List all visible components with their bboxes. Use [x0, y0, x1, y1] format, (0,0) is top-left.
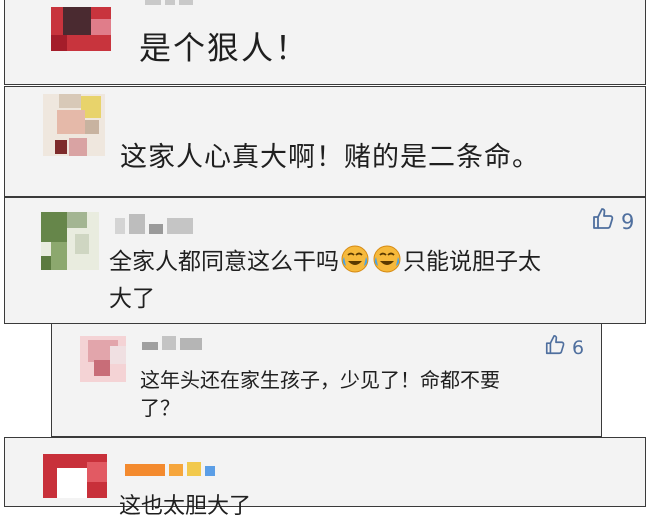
- comment-card-3: 9 全家人都同意这么干吗 只能说胆子太 大了: [4, 197, 646, 324]
- thumbs-up-icon: [544, 334, 566, 361]
- like-count: 6: [572, 336, 585, 359]
- avatar[interactable]: [43, 454, 107, 498]
- comment-card-4: 6 这年头还在家生孩子，少见了！命都不要 了？: [51, 324, 602, 437]
- comment-text-part2: 只能说胆子太: [403, 249, 541, 275]
- laugh-cry-emoji: [372, 244, 402, 274]
- comment-text: 是个狠人！: [139, 29, 310, 67]
- comment-card-1: 是个狠人！: [4, 0, 646, 85]
- avatar[interactable]: [80, 336, 126, 382]
- thumbs-up-icon: [591, 207, 615, 236]
- comment-text-line2: 了？: [140, 396, 180, 420]
- laugh-cry-emoji: [340, 244, 370, 274]
- avatar[interactable]: [51, 7, 111, 51]
- like-button[interactable]: 9: [591, 207, 634, 236]
- comment-text-part3: 大了: [109, 286, 155, 312]
- username-blurred: [115, 214, 193, 234]
- comment-text: 这也太胆大了: [119, 494, 252, 519]
- comment-text: 这年头还在家生孩子，少见了！命都不要 了？: [140, 366, 590, 422]
- comment-text-part1: 全家人都同意这么干吗: [109, 249, 339, 275]
- comment-card-5: 这也太胆大了: [4, 437, 646, 519]
- username-blurred: [142, 336, 202, 350]
- avatar[interactable]: [43, 94, 105, 156]
- comment-text-line1: 这年头还在家生孩子，少见了！命都不要: [140, 368, 500, 392]
- avatar[interactable]: [41, 212, 99, 270]
- comment-card-2: 这家人心真大啊！赌的是二条命。: [4, 86, 646, 197]
- comment-text: 全家人都同意这么干吗 只能说胆子太 大了: [109, 244, 639, 318]
- username-blurred: [145, 0, 193, 5]
- comment-text: 这家人心真大啊！赌的是二条命。: [120, 142, 540, 173]
- like-count: 9: [621, 209, 635, 234]
- username-blurred: [125, 462, 215, 476]
- like-button[interactable]: 6: [544, 334, 584, 361]
